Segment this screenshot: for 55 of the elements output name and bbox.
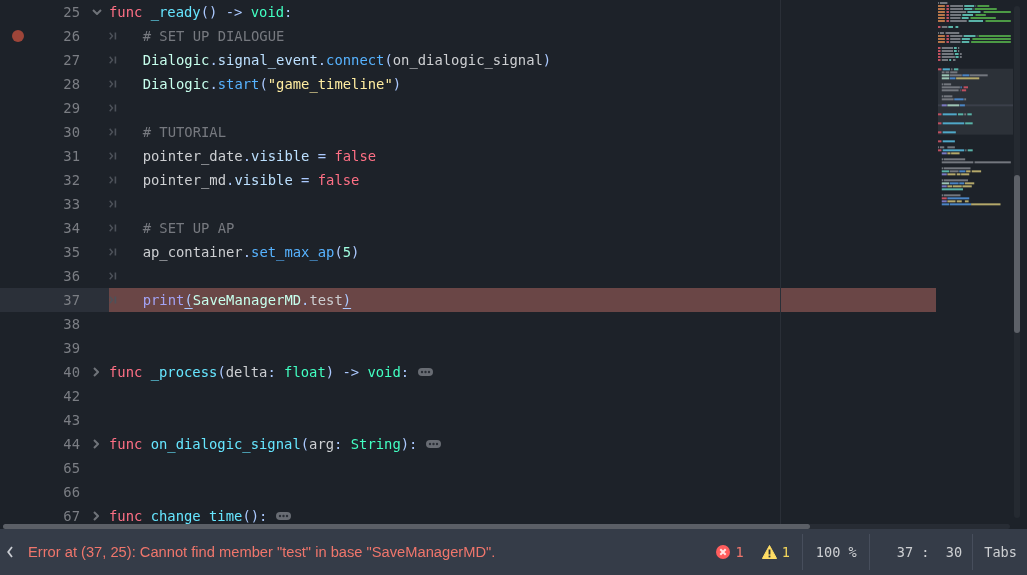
line-number: 36 bbox=[62, 268, 80, 284]
line-number: 65 bbox=[62, 460, 80, 476]
chevron-right-icon[interactable] bbox=[93, 367, 99, 377]
scrollbar-thumb[interactable] bbox=[1014, 175, 1020, 333]
line-number: 66 bbox=[62, 484, 80, 500]
line-number: 37 bbox=[62, 292, 80, 308]
error-icon bbox=[716, 545, 731, 559]
code-line: Dialogic.start("game_timeline") bbox=[142, 76, 402, 92]
line-number: 31 bbox=[62, 148, 80, 164]
chevron-left-icon[interactable] bbox=[7, 546, 13, 558]
minimap-drawing[interactable] bbox=[938, 2, 1013, 206]
code-line: func _ready() -> void: bbox=[109, 4, 293, 20]
code-line: func change_time(): bbox=[109, 508, 268, 524]
line-number: 43 bbox=[62, 412, 80, 428]
breakpoint-icon[interactable] bbox=[12, 30, 24, 42]
code-line: ap_container.set_max_ap(5) bbox=[142, 244, 360, 260]
line-number: 33 bbox=[62, 196, 80, 212]
code-line: func on_dialogic_signal(arg: String): bbox=[109, 436, 418, 452]
scrollbar-thumb[interactable] bbox=[3, 524, 810, 529]
chevron-right-icon[interactable] bbox=[93, 511, 99, 521]
line-number: 25 bbox=[62, 4, 80, 20]
line-number: 30 bbox=[62, 124, 80, 140]
ellipsis-icon[interactable] bbox=[276, 512, 292, 520]
chevron-down-icon[interactable] bbox=[92, 9, 102, 15]
line-number: 67 bbox=[62, 508, 80, 524]
warning-icon bbox=[761, 545, 777, 559]
line-number: 28 bbox=[62, 76, 80, 92]
line-number: 38 bbox=[62, 316, 80, 332]
line-number: 27 bbox=[62, 52, 80, 68]
indentation-label: Tabs bbox=[984, 544, 1017, 560]
code-line: # SET UP DIALOGUE bbox=[142, 28, 285, 44]
ellipsis-icon[interactable] bbox=[426, 440, 442, 448]
code-line: Dialogic.signal_event.connect(on_dialogic_signal) bbox=[142, 52, 552, 68]
line-number: 39 bbox=[62, 340, 80, 356]
ellipsis-icon[interactable] bbox=[418, 368, 434, 376]
line-number: 44 bbox=[62, 436, 80, 452]
line-number: 35 bbox=[62, 244, 80, 260]
line-number: 32 bbox=[62, 172, 80, 188]
caret-position: 37 : 30 bbox=[896, 544, 963, 560]
code-line: pointer_md.visible = false bbox=[142, 172, 360, 188]
line-number: 42 bbox=[62, 388, 80, 404]
error-count-button[interactable]: 1 bbox=[716, 544, 744, 560]
zoom-button[interactable]: 100 % bbox=[815, 544, 857, 560]
code-line: pointer_date.visible = false bbox=[142, 148, 377, 164]
code-line: # TUTORIAL bbox=[142, 124, 227, 140]
code-line: print(SaveManagerMD.test) bbox=[142, 292, 352, 308]
error-message: Error at (37, 25): Cannot find member "test" in base "SaveManagerMD". bbox=[28, 544, 496, 560]
warning-count-button[interactable]: 1 bbox=[761, 544, 790, 560]
line-number: 29 bbox=[62, 100, 80, 116]
code-line: # SET UP AP bbox=[142, 220, 235, 236]
chevron-right-icon[interactable] bbox=[93, 439, 99, 449]
code-line: func _process(delta: float) -> void: bbox=[109, 364, 410, 380]
line-number: 26 bbox=[62, 28, 80, 44]
line-number: 40 bbox=[62, 364, 80, 380]
line-number: 34 bbox=[62, 220, 80, 236]
